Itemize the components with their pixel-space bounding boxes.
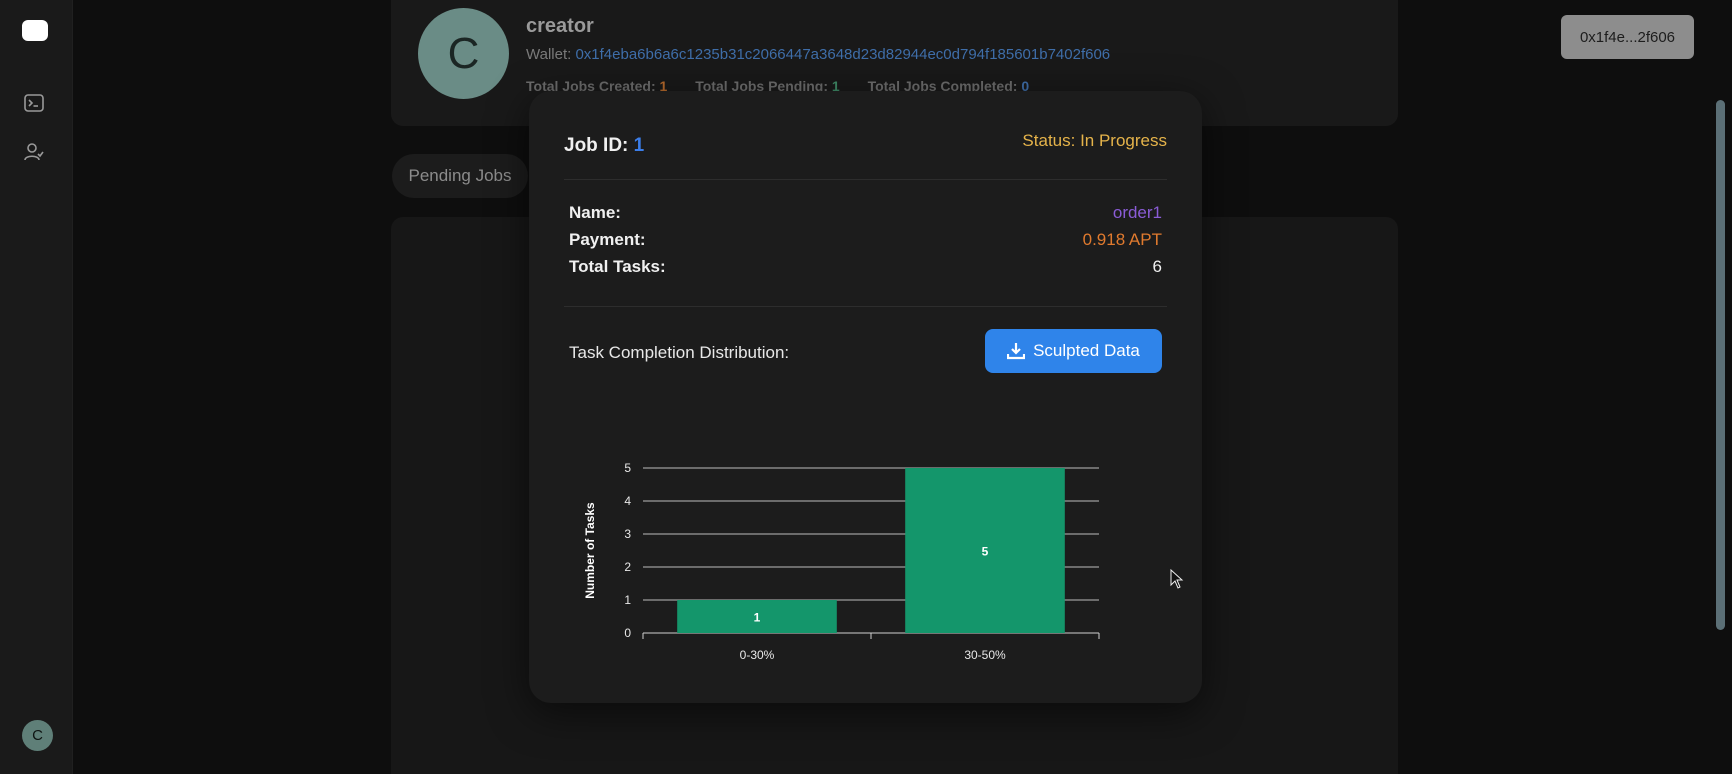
y-tick-label: 1	[624, 593, 631, 607]
sidebar-avatar-initial: C	[32, 727, 43, 744]
name-value: order1	[1112, 203, 1162, 222]
payment-label: Payment:	[569, 230, 646, 249]
wallet-label: Wallet:	[526, 46, 576, 63]
sidebar: C	[0, 0, 73, 774]
job-id-label: Job ID:	[564, 135, 634, 156]
wallet-address-link[interactable]: 0x1f4eba6b6a6c1235b31c2066447a3648d23d82…	[575, 46, 1110, 63]
divider	[564, 306, 1167, 307]
y-axis-title: Number of Tasks	[583, 502, 597, 599]
user-check-icon[interactable]	[23, 141, 45, 163]
total-tasks-label: Total Tasks:	[569, 257, 666, 276]
y-tick-label: 3	[624, 527, 631, 541]
page-scrollbar[interactable]	[1716, 100, 1725, 630]
tab-pending-jobs-label: Pending Jobs	[408, 166, 512, 185]
bar-data-label: 5	[982, 545, 989, 559]
y-tick-label: 0	[624, 626, 631, 640]
y-tick-label: 5	[624, 461, 631, 475]
status-badge: Status: In Progress	[1022, 131, 1167, 150]
job-detail-modal: Job ID: 1 Status: In Progress Name: orde…	[529, 91, 1202, 703]
job-id-value: 1	[633, 135, 645, 156]
distribution-label: Task Completion Distribution:	[569, 343, 790, 362]
app-logo[interactable]	[22, 20, 48, 41]
profile-wallet: Wallet: 0x1f4eba6b6a6c1235b31c2066447a36…	[526, 46, 1110, 63]
mouse-cursor-icon	[1170, 569, 1184, 589]
y-tick-label: 4	[624, 494, 631, 508]
wallet-connect-button[interactable]: 0x1f4e...2f606	[1561, 15, 1694, 59]
sidebar-avatar[interactable]: C	[22, 720, 53, 751]
task-distribution-chart: 01234510-30%530-50%Completion Percentage…	[583, 461, 1100, 662]
profile-avatar-initial: C	[447, 28, 480, 78]
sculpted-data-label: Sculpted Data	[1033, 341, 1140, 360]
x-tick-label: 30-50%	[964, 648, 1006, 662]
wallet-button-label: 0x1f4e...2f606	[1579, 28, 1676, 46]
total-tasks-value: 6	[1152, 257, 1162, 276]
payment-value: 0.918 APT	[1082, 230, 1162, 249]
job-id: Job ID: 1	[564, 135, 644, 157]
sculpted-data-button[interactable]: Sculpted Data	[985, 329, 1162, 373]
profile-username: creator	[526, 15, 594, 37]
profile-avatar: C	[418, 8, 509, 99]
terminal-icon[interactable]	[23, 92, 45, 114]
download-icon	[1007, 343, 1026, 360]
y-tick-label: 2	[624, 560, 631, 574]
x-tick-label: 0-30%	[740, 648, 775, 662]
bar-data-label: 1	[754, 611, 761, 625]
name-label: Name:	[569, 203, 621, 222]
tab-pending-jobs[interactable]: Pending Jobs	[392, 154, 528, 198]
divider	[564, 179, 1167, 180]
